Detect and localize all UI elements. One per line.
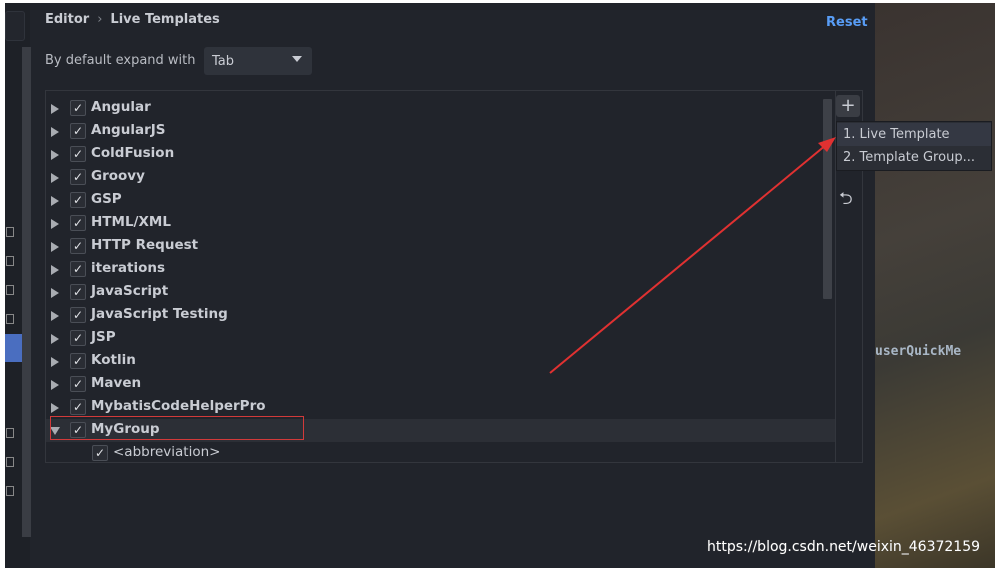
annotation-arrow [549,137,836,374]
arrow-line [549,144,827,374]
watermark: https://blog.csdn.net/weixin_46372159 [707,539,981,555]
